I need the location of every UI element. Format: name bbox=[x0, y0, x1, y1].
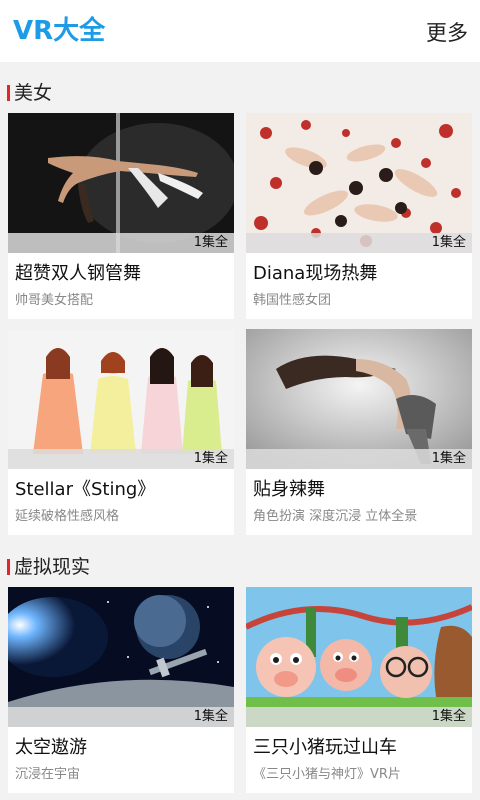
card-subtitle: 韩国性感女团 bbox=[253, 293, 332, 308]
episode-badge: 1集全 bbox=[246, 233, 472, 253]
video-thumbnail bbox=[8, 587, 234, 727]
card-subtitle: 《三只小猪与神灯》VR片 bbox=[253, 767, 401, 782]
video-card-close-dance[interactable]: 1集全 贴身辣舞 角色扮演 深度沉浸 立体全景 bbox=[246, 329, 472, 535]
episode-count: 1集全 bbox=[431, 451, 466, 466]
card-title: 三只小猪玩过山车 bbox=[253, 737, 397, 758]
episode-count: 1集全 bbox=[193, 235, 228, 250]
episode-count: 1集全 bbox=[431, 709, 466, 724]
section-header-vr: 虚拟现实 bbox=[0, 547, 480, 587]
video-thumbnail bbox=[246, 329, 472, 469]
section-header-beauty: 美女 bbox=[0, 73, 480, 113]
episode-badge: 1集全 bbox=[8, 707, 234, 727]
card-title: 贴身辣舞 bbox=[253, 479, 325, 500]
episode-badge: 1集全 bbox=[246, 707, 472, 727]
episode-badge: 1集全 bbox=[246, 449, 472, 469]
video-card-space-travel[interactable]: 1集全 太空遨游 沉浸在宇宙 bbox=[8, 587, 234, 793]
video-card-three-pigs-coaster[interactable]: 1集全 三只小猪玩过山车 《三只小猪与神灯》VR片 bbox=[246, 587, 472, 793]
card-title: Stellar《Sting》 bbox=[15, 479, 156, 500]
section-title: 虚拟现实 bbox=[14, 556, 91, 578]
card-title: 超赞双人钢管舞 bbox=[15, 263, 141, 284]
card-subtitle: 帅哥美女搭配 bbox=[15, 293, 94, 308]
video-card-pole-dance[interactable]: 1集全 超赞双人钢管舞 帅哥美女搭配 bbox=[8, 113, 234, 319]
card-subtitle: 延续破格性感风格 bbox=[15, 509, 120, 524]
episode-count: 1集全 bbox=[193, 451, 228, 466]
section-title: 美女 bbox=[14, 82, 53, 104]
episode-count: 1集全 bbox=[431, 235, 466, 250]
section-marker bbox=[7, 85, 10, 101]
card-title: Diana现场热舞 bbox=[253, 263, 378, 284]
card-subtitle: 沉浸在宇宙 bbox=[15, 767, 81, 782]
video-thumbnail bbox=[8, 113, 234, 253]
card-title: 太空遨游 bbox=[15, 737, 87, 758]
video-card-diana-dance[interactable]: 1集全 Diana现场热舞 韩国性感女团 bbox=[246, 113, 472, 319]
app-title: VR大全 bbox=[13, 16, 106, 46]
episode-badge: 1集全 bbox=[8, 233, 234, 253]
video-thumbnail bbox=[8, 329, 234, 469]
episode-badge: 1集全 bbox=[8, 449, 234, 469]
top-bar: VR大全 更多 bbox=[0, 0, 480, 62]
card-subtitle: 角色扮演 深度沉浸 立体全景 bbox=[253, 509, 418, 524]
section-marker bbox=[7, 559, 10, 575]
video-card-stellar-sting[interactable]: 1集全 Stellar《Sting》 延续破格性感风格 bbox=[8, 329, 234, 535]
more-button[interactable]: 更多 bbox=[426, 18, 468, 48]
episode-count: 1集全 bbox=[193, 709, 228, 724]
video-thumbnail bbox=[246, 587, 472, 727]
video-thumbnail bbox=[246, 113, 472, 253]
